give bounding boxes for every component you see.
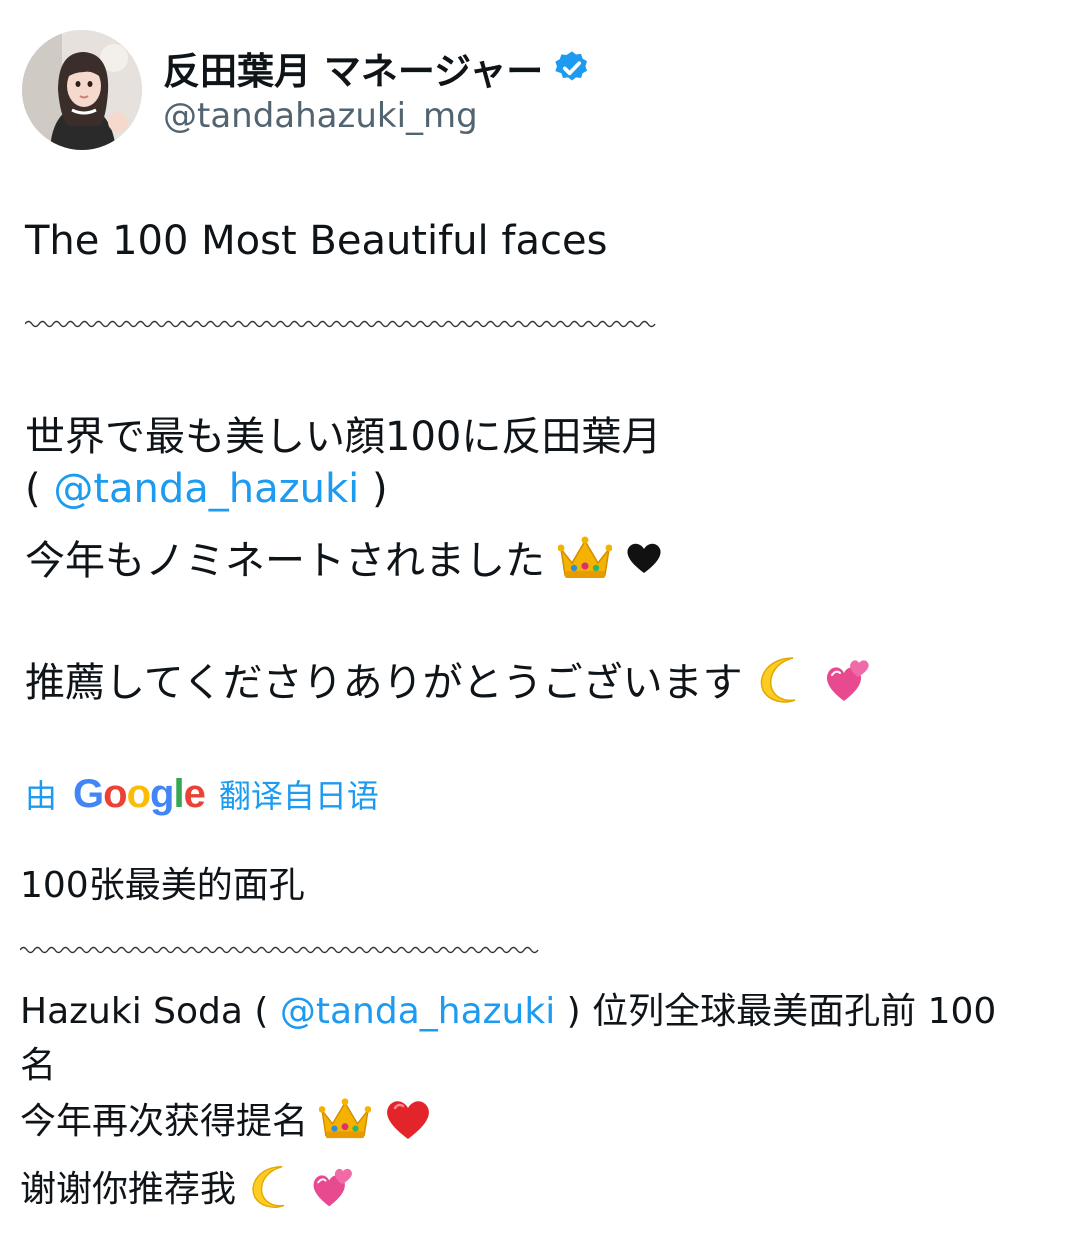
translated-from-label: 翻译自日语 <box>218 777 379 815</box>
avatar[interactable] <box>22 30 142 150</box>
translated-line-1-wrap: 名 <box>20 1045 57 1086</box>
two-hearts-emoji <box>822 655 872 715</box>
black-heart-emoji <box>624 540 664 586</box>
translated-line-1-prefix: Hazuki Soda ( <box>20 991 269 1032</box>
tweet-title: The 100 Most Beautiful faces <box>25 218 608 264</box>
mention-link[interactable]: @tanda_hazuki <box>53 466 359 512</box>
tweet-line-2: ( @tanda_hazuki ) <box>25 466 388 512</box>
tweet-line-1: 世界で最も美しい顔100に反田葉月 <box>25 414 662 460</box>
two-hearts-emoji <box>309 1164 355 1219</box>
paren-open: ( <box>25 466 41 512</box>
translated-line-1: Hazuki Soda ( @tanda_hazuki ) 位列全球最美面孔前 … <box>20 982 996 1034</box>
tweet-line-3-text: 今年もノミネートされました <box>25 538 545 584</box>
translated-title: 100张最美的面孔 <box>20 865 305 906</box>
author-name-row[interactable]: 反田葉月 マネージャー <box>163 40 591 96</box>
wavy-divider-original <box>25 320 656 328</box>
crown-emoji <box>557 535 613 591</box>
tweet-line-3: 今年もノミネートされました <box>25 528 664 591</box>
wavy-divider-translation <box>20 946 539 954</box>
translated-by-label: 由 <box>25 777 58 815</box>
author-handle[interactable]: @tandahazuki_mg <box>163 96 478 136</box>
verified-badge-icon <box>553 49 591 87</box>
translation-attribution[interactable]: 由 Google 翻译自日语 <box>25 768 379 820</box>
translated-line-2-text: 今年再次获得提名 <box>20 1101 309 1142</box>
translated-line-2: 今年再次获得提名 <box>20 1092 433 1151</box>
translated-line-1-suffix: ) 位列全球最美面孔前 100 <box>566 991 997 1032</box>
red-heart-emoji <box>383 1096 433 1151</box>
paren-close: ) <box>371 466 388 512</box>
tweet-line-4: 推薦してくださりありがとうございます <box>25 650 872 716</box>
crescent-moon-emoji <box>755 654 809 716</box>
translated-line-3: 谢谢你推荐我 <box>20 1160 355 1220</box>
tweet-line-4-text: 推薦してくださりありがとうございます <box>25 660 743 706</box>
crown-emoji <box>319 1097 372 1150</box>
avatar-image <box>22 30 142 150</box>
google-logo: Google <box>73 771 206 816</box>
translated-mention-link[interactable]: @tanda_hazuki <box>280 991 555 1032</box>
crescent-moon-emoji <box>247 1163 297 1220</box>
author-display-name[interactable]: 反田葉月 マネージャー <box>163 41 543 95</box>
translated-line-3-text: 谢谢你推荐我 <box>20 1169 237 1210</box>
